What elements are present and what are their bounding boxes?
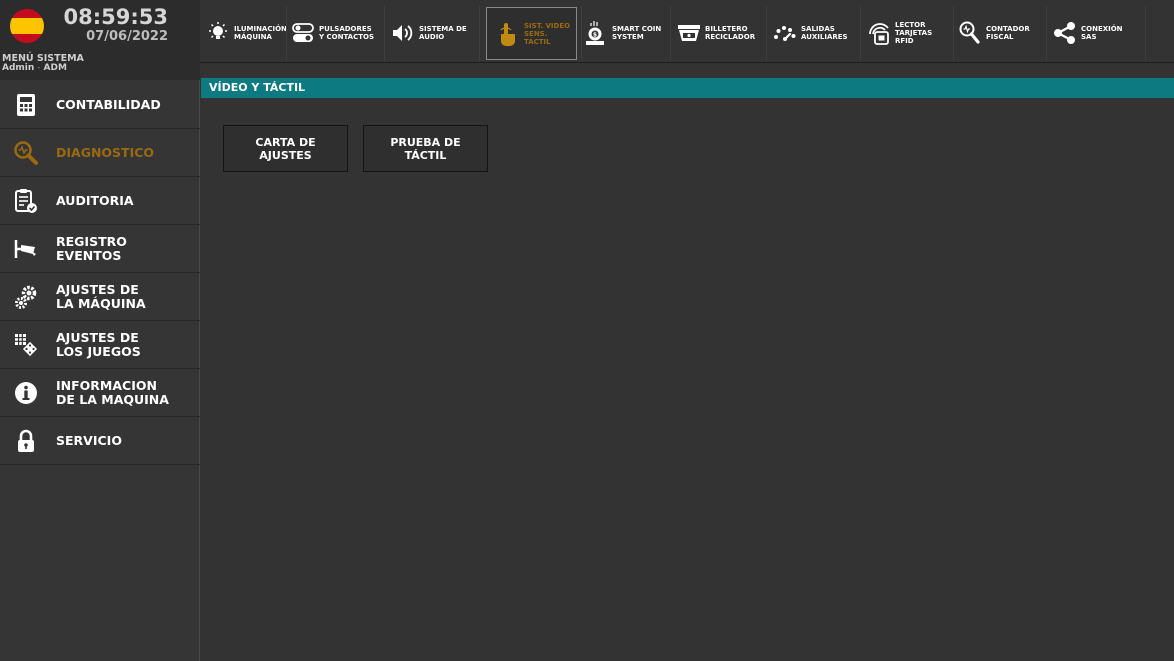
svg-text:$: $ — [593, 32, 597, 39]
toolbar-item-label: CONTADOR FISCAL — [986, 25, 1030, 41]
top-toolbar: ILUMINACIÓN MÁQUINA PULSADORES Y CONTACT… — [200, 0, 1174, 62]
toolbar-divider — [1046, 6, 1047, 60]
toolbar-item-smart-coin[interactable]: $ SMART COIN SYSTEM — [583, 8, 661, 58]
rfid-reader-icon — [866, 20, 892, 46]
sidebar-item-contabilidad[interactable]: CONTABILIDAD — [0, 81, 200, 129]
sidebar-item-label: AJUSTES DE LOS JUEGOS — [56, 329, 141, 359]
toolbar-divider — [384, 6, 385, 60]
sidebar-item-informacion[interactable]: INFORMACION DE LA MAQUINA — [0, 369, 200, 417]
sidebar-item-label: AJUSTES DE LA MÁQUINA — [56, 281, 146, 311]
sidebar-item-servicio[interactable]: SERVICIO — [0, 417, 200, 465]
diagnostic-magnifier-icon — [12, 139, 40, 167]
toolbar-item-label: LECTOR TARJETAS RFID — [895, 21, 933, 45]
coin-hopper-icon: $ — [583, 20, 609, 46]
spain-flag-icon[interactable] — [10, 9, 44, 43]
toggle-switch-icon — [290, 20, 316, 46]
toolbar-item-contador-fiscal[interactable]: CONTADOR FISCAL — [957, 8, 1030, 58]
user-separator: - — [37, 63, 41, 73]
toolbar-item-label: CONEXIÓN SAS — [1081, 25, 1123, 41]
sidebar-item-ajustes-juegos[interactable]: AJUSTES DE LOS JUEGOS — [0, 321, 200, 369]
sidebar-item-ajustes-maquina[interactable]: AJUSTES DE LA MÁQUINA — [0, 273, 200, 321]
sidebar-item-registro-eventos[interactable]: REGISTRO EVENTOS — [0, 225, 200, 273]
sidebar-item-diagnostico[interactable]: DIAGNOSTICO — [0, 129, 200, 177]
toolbar-item-audio[interactable]: SISTEMA DE AUDIO — [390, 8, 467, 58]
touch-hand-icon — [495, 21, 521, 47]
toolbar-item-video-tactil[interactable]: SIST. VIDEO SENS. TÁCTIL — [486, 7, 577, 60]
toolbar-divider — [1145, 6, 1146, 60]
sidebar-item-label: AUDITORIA — [56, 192, 134, 208]
toolbar-item-label: BILLETERO RECICLADOR — [705, 25, 756, 41]
sidebar-item-auditoria[interactable]: AUDITORIA — [0, 177, 200, 225]
user-name: Admin — [2, 63, 35, 73]
toolbar-divider — [479, 6, 480, 60]
share-network-icon — [1052, 20, 1078, 46]
toolbar-divider — [860, 6, 861, 60]
toolbar-divider — [953, 6, 954, 60]
sidebar-item-label: CONTABILIDAD — [56, 96, 161, 112]
auxiliary-outputs-icon — [772, 20, 798, 46]
toolbar-item-iluminacion[interactable]: ILUMINACIÓN MÁQUINA — [205, 8, 287, 58]
game-grid-icon — [12, 331, 40, 359]
padlock-icon — [12, 427, 40, 455]
toolbar-divider — [766, 6, 767, 60]
toolbar-divider — [581, 6, 582, 60]
speaker-icon — [390, 20, 416, 46]
sidebar-item-label: INFORMACION DE LA MAQUINA — [56, 377, 169, 407]
clipboard-check-icon — [12, 187, 40, 215]
sidebar-item-label: REGISTRO EVENTOS — [56, 233, 127, 263]
status-panel: 08:59:53 07/06/2022 MENÚ SISTEMA Admin - A… — [0, 0, 200, 80]
gears-icon — [12, 283, 40, 311]
toolbar-divider — [670, 6, 671, 60]
fiscal-counter-icon — [957, 20, 983, 46]
toolbar-item-label: SALIDAS AUXILIARES — [801, 25, 848, 41]
toolbar-item-billetero[interactable]: BILLETERO RECICLADOR — [676, 8, 755, 58]
prueba-tactil-button[interactable]: PRUEBA DE TÁCTIL — [363, 125, 488, 172]
sidebar: 08:59:53 07/06/2022 MENÚ SISTEMA Admin - A… — [0, 0, 200, 661]
toolbar-item-label: SIST. VIDEO SENS. TÁCTIL — [524, 21, 571, 46]
toolbar-bottom-border — [200, 62, 1174, 63]
sidebar-item-label: DIAGNOSTICO — [56, 144, 155, 160]
toolbar-item-salidas-auxiliares[interactable]: SALIDAS AUXILIARES — [772, 8, 848, 58]
toolbar-item-label: ILUMINACIÓN MÁQUINA — [234, 25, 287, 41]
toolbar-item-lector-rfid[interactable]: LECTOR TARJETAS RFID — [866, 8, 932, 58]
info-icon — [12, 379, 40, 407]
toolbar-item-conexion-sas[interactable]: CONEXIÓN SAS — [1052, 8, 1123, 58]
date: 07/06/2022 — [86, 29, 168, 44]
carta-ajustes-button[interactable]: CARTA DE AJUSTES — [223, 125, 348, 172]
clock: 08:59:53 — [63, 5, 168, 29]
calculator-icon — [12, 91, 40, 119]
toolbar-item-label: SISTEMA DE AUDIO — [419, 25, 467, 41]
sidebar-item-label: SERVICIO — [56, 432, 122, 448]
section-title: VÍDEO Y TÁCTIL — [209, 81, 306, 94]
toolbar-item-label: PULSADORES Y CONTACTOS — [319, 25, 375, 41]
toolbar-item-label: SMART COIN SYSTEM — [612, 25, 662, 41]
toolbar-divider — [286, 6, 287, 60]
bill-recycler-icon — [676, 20, 702, 46]
user-role: ADM — [43, 63, 67, 73]
security-camera-icon — [12, 235, 40, 263]
section-header: VÍDEO Y TÁCTIL — [201, 78, 1174, 98]
user-info: Admin - ADM — [2, 63, 67, 74]
lightbulb-icon — [205, 20, 231, 46]
toolbar-item-pulsadores[interactable]: PULSADORES Y CONTACTOS — [290, 8, 374, 58]
